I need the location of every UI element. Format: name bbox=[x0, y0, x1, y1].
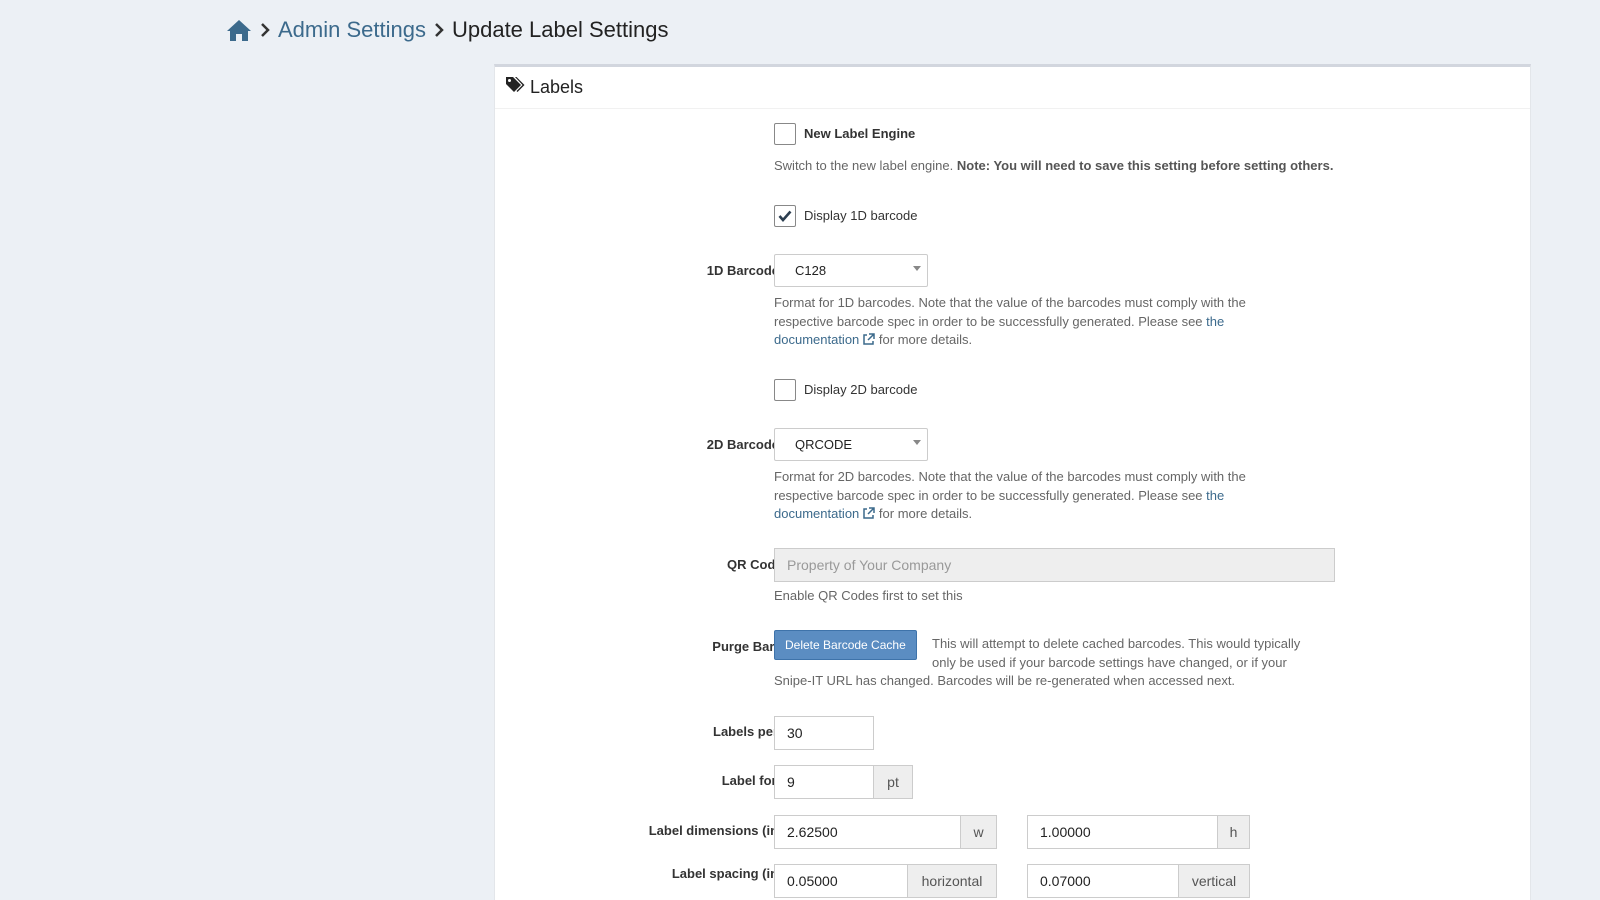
purge-help-line1: This will attempt to delete cached barco… bbox=[932, 636, 1301, 651]
label-height-unit: h bbox=[1218, 815, 1250, 849]
chevron-down-icon bbox=[913, 440, 921, 445]
barcode-2d-help-after: for more details. bbox=[878, 506, 973, 521]
external-link-icon bbox=[863, 333, 876, 345]
delete-barcode-cache-button[interactable]: Delete Barcode Cache bbox=[774, 630, 917, 660]
breadcrumb-admin-settings[interactable]: Admin Settings bbox=[278, 17, 426, 43]
labels-per-page-input[interactable]: 30 bbox=[774, 716, 874, 750]
new-label-engine-help-text: Switch to the new label engine. bbox=[774, 158, 954, 173]
label-vertical-spacing-input[interactable]: 0.07000 bbox=[1027, 864, 1179, 898]
barcode-2d-type-value: QRCODE bbox=[795, 437, 853, 452]
tags-icon bbox=[505, 76, 525, 99]
new-label-engine-note: Note: You will need to save this setting… bbox=[956, 158, 1334, 173]
display-2d-label: Display 2D barcode bbox=[804, 382, 918, 397]
barcode-1d-help: Format for 1D barcodes. Note that the va… bbox=[774, 294, 1334, 350]
qr-code-text-help: Enable QR Codes first to set this bbox=[774, 588, 963, 603]
label-height-input[interactable]: 1.00000 bbox=[1027, 815, 1218, 849]
barcode-1d-help-line1: Format for 1D barcodes. Note that the va… bbox=[774, 295, 1246, 310]
barcode-2d-help-line2: respective barcode spec in order to be s… bbox=[774, 487, 1203, 503]
home-icon[interactable] bbox=[226, 18, 252, 42]
qr-code-text-input[interactable]: Property of Your Company bbox=[774, 548, 1335, 582]
barcode-1d-help-line2: respective barcode spec in order to be s… bbox=[774, 313, 1203, 329]
panel-title: Labels bbox=[530, 77, 584, 97]
barcode-2d-help-line1: Format for 2D barcodes. Note that the va… bbox=[774, 469, 1246, 484]
barcode-1d-doc-link[interactable]: documentation bbox=[774, 332, 876, 347]
checkmark-icon bbox=[778, 210, 792, 222]
barcode-1d-doc-link-text: documentation bbox=[774, 332, 860, 347]
display-2d-checkbox[interactable] bbox=[774, 379, 796, 401]
chevron-right-icon bbox=[260, 22, 270, 38]
barcode-2d-help: Format for 2D barcodes. Note that the va… bbox=[774, 468, 1334, 524]
display-1d-checkbox[interactable] bbox=[774, 205, 796, 227]
purge-help-line3: Snipe-IT URL has changed. Barcodes will … bbox=[774, 673, 1236, 688]
font-size-unit: pt bbox=[874, 765, 913, 799]
label-width-input[interactable]: 2.62500 bbox=[774, 815, 961, 849]
breadcrumb: Admin Settings Update Label Settings bbox=[226, 17, 668, 43]
barcode-1d-help-after: for more details. bbox=[878, 332, 973, 347]
panel-header: Labels bbox=[495, 67, 1530, 109]
chevron-right-icon bbox=[434, 22, 444, 38]
barcode-1d-doc-link-the[interactable]: the bbox=[1206, 314, 1224, 329]
new-label-engine-label: New Label Engine bbox=[804, 126, 916, 141]
barcode-2d-doc-link-text: documentation bbox=[774, 506, 860, 521]
barcode-2d-type-select[interactable]: QRCODE bbox=[774, 428, 928, 461]
barcode-1d-type-value: C128 bbox=[795, 263, 827, 278]
external-link-icon bbox=[863, 507, 876, 519]
barcode-1d-type-select[interactable]: C128 bbox=[774, 254, 928, 287]
label-horizontal-spacing-input[interactable]: 0.05000 bbox=[774, 864, 908, 898]
display-1d-label: Display 1D barcode bbox=[804, 208, 918, 223]
purge-barcodes-help-1: This will attempt to delete cached barco… bbox=[932, 635, 1300, 672]
new-label-engine-checkbox[interactable] bbox=[774, 123, 796, 145]
vertical-spacing-unit: vertical bbox=[1179, 864, 1250, 898]
barcode-2d-doc-link[interactable]: documentation bbox=[774, 506, 876, 521]
page-title: Update Label Settings bbox=[451, 17, 669, 42]
label-font-size-input[interactable]: 9 bbox=[774, 765, 874, 799]
new-label-engine-help: Switch to the new label engine. Note: Yo… bbox=[774, 157, 1333, 176]
label-width-unit: w bbox=[961, 815, 997, 849]
purge-help-line2: only be used if your barcode settings ha… bbox=[932, 654, 1287, 670]
chevron-down-icon bbox=[913, 266, 921, 271]
horizontal-spacing-unit: horizontal bbox=[908, 864, 997, 898]
barcode-2d-doc-link-the[interactable]: the bbox=[1206, 488, 1224, 503]
